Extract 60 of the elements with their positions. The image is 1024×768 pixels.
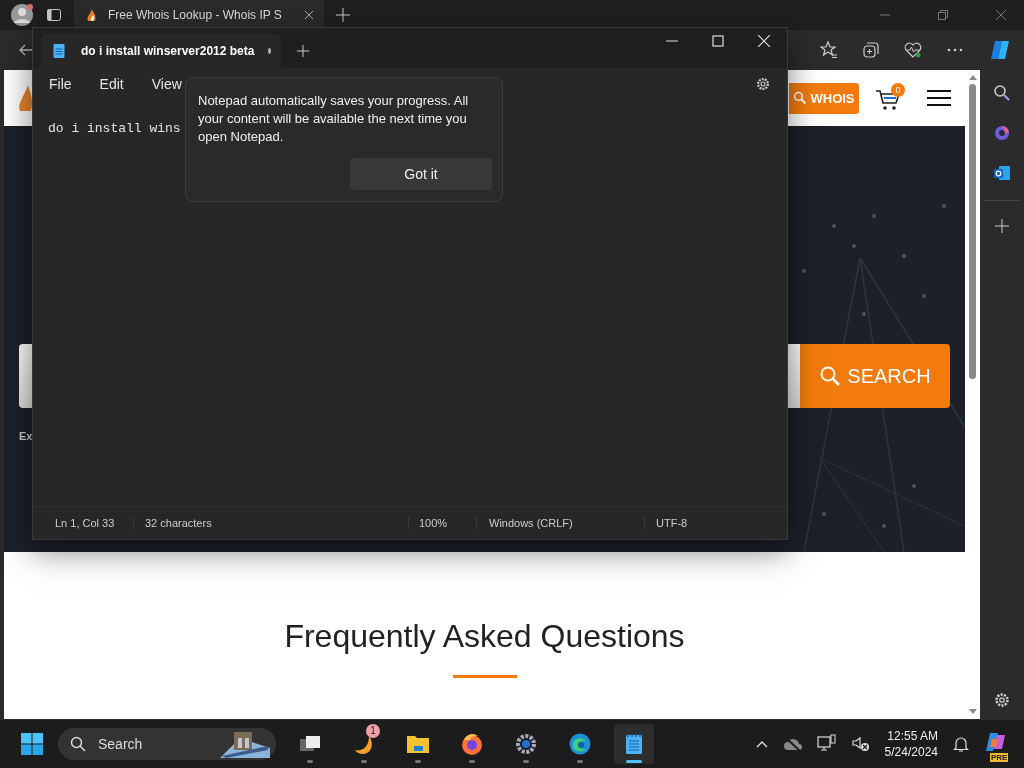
close-icon[interactable] bbox=[304, 10, 314, 20]
example-text: Ex bbox=[19, 430, 33, 442]
cart-count-badge: 0 bbox=[891, 83, 905, 97]
favorites-icon[interactable] bbox=[820, 41, 838, 59]
new-tab-icon[interactable] bbox=[336, 8, 350, 22]
heart-pulse-icon[interactable] bbox=[904, 41, 922, 59]
edge-icon bbox=[568, 732, 592, 756]
got-it-button[interactable]: Got it bbox=[350, 158, 492, 190]
menu-item[interactable]: Edit bbox=[99, 76, 124, 92]
scroll-down-icon[interactable] bbox=[968, 709, 977, 715]
new-tab-icon[interactable] bbox=[297, 45, 309, 57]
bell-icon[interactable] bbox=[952, 735, 970, 753]
settings-icon[interactable] bbox=[755, 76, 771, 92]
popup-message: Notepad automatically saves your progress. All your content will be available the next time you open Notepad. bbox=[198, 92, 470, 146]
firefox-icon bbox=[460, 732, 484, 756]
notepad-icon bbox=[51, 43, 67, 59]
search-icon[interactable] bbox=[993, 84, 1011, 102]
add-icon[interactable] bbox=[995, 219, 1009, 233]
search-icon bbox=[70, 736, 86, 752]
scroll-thumb[interactable] bbox=[969, 84, 976, 379]
unsaved-dot-icon[interactable] bbox=[268, 48, 271, 54]
cursor-position: Ln 1, Col 33 bbox=[54, 517, 116, 529]
start-icon[interactable] bbox=[20, 732, 44, 756]
gear-icon bbox=[514, 732, 538, 756]
menu-item[interactable]: View bbox=[151, 76, 182, 92]
encoding: UTF-8 bbox=[644, 517, 688, 529]
clock[interactable]: 12:55 AM 5/24/2024 bbox=[884, 729, 938, 759]
preview-badge: PRE bbox=[990, 753, 1009, 762]
character-count: 32 characters bbox=[133, 517, 408, 529]
scroll-up-icon[interactable] bbox=[968, 74, 977, 80]
settings-icon[interactable] bbox=[993, 691, 1011, 709]
search-input[interactable] bbox=[788, 344, 800, 408]
menu-item[interactable]: File bbox=[49, 76, 72, 92]
document-text: do i install wins bbox=[48, 121, 181, 136]
search-icon bbox=[793, 91, 808, 105]
copilot-icon[interactable] bbox=[988, 38, 1012, 62]
zoom-level: 100% bbox=[408, 517, 476, 529]
browser-tab[interactable]: Free Whois Lookup - Whois IP S bbox=[74, 0, 324, 30]
search-field-edge bbox=[19, 344, 32, 408]
taskbar-app[interactable]: 1 bbox=[344, 724, 384, 764]
copilot-icon[interactable] bbox=[993, 124, 1011, 142]
profile-avatar-icon[interactable] bbox=[10, 3, 34, 27]
back-arrow-icon[interactable] bbox=[18, 42, 34, 58]
restore-icon[interactable] bbox=[938, 10, 948, 20]
scrollbar[interactable] bbox=[965, 70, 980, 719]
document-tab[interactable]: do i install winserver2012 beta bbox=[41, 34, 281, 68]
speaker-muted-icon[interactable] bbox=[850, 734, 871, 754]
search-icon bbox=[819, 365, 842, 387]
menu-icon[interactable] bbox=[927, 90, 951, 106]
cart-icon[interactable] bbox=[875, 89, 901, 111]
taskbar-app[interactable] bbox=[614, 724, 654, 764]
line-ending: Windows (CRLF) bbox=[476, 517, 644, 529]
tab-actions-icon[interactable] bbox=[46, 7, 62, 23]
maximize-icon[interactable] bbox=[712, 35, 724, 47]
faq-heading: Frequently Asked Questions bbox=[284, 618, 685, 655]
taskbar-search-field[interactable]: Search bbox=[58, 728, 276, 760]
notification-badge: 1 bbox=[366, 724, 380, 738]
network-icon[interactable] bbox=[816, 734, 837, 754]
outlook-icon[interactable] bbox=[993, 164, 1011, 182]
collections-icon[interactable] bbox=[862, 41, 880, 59]
